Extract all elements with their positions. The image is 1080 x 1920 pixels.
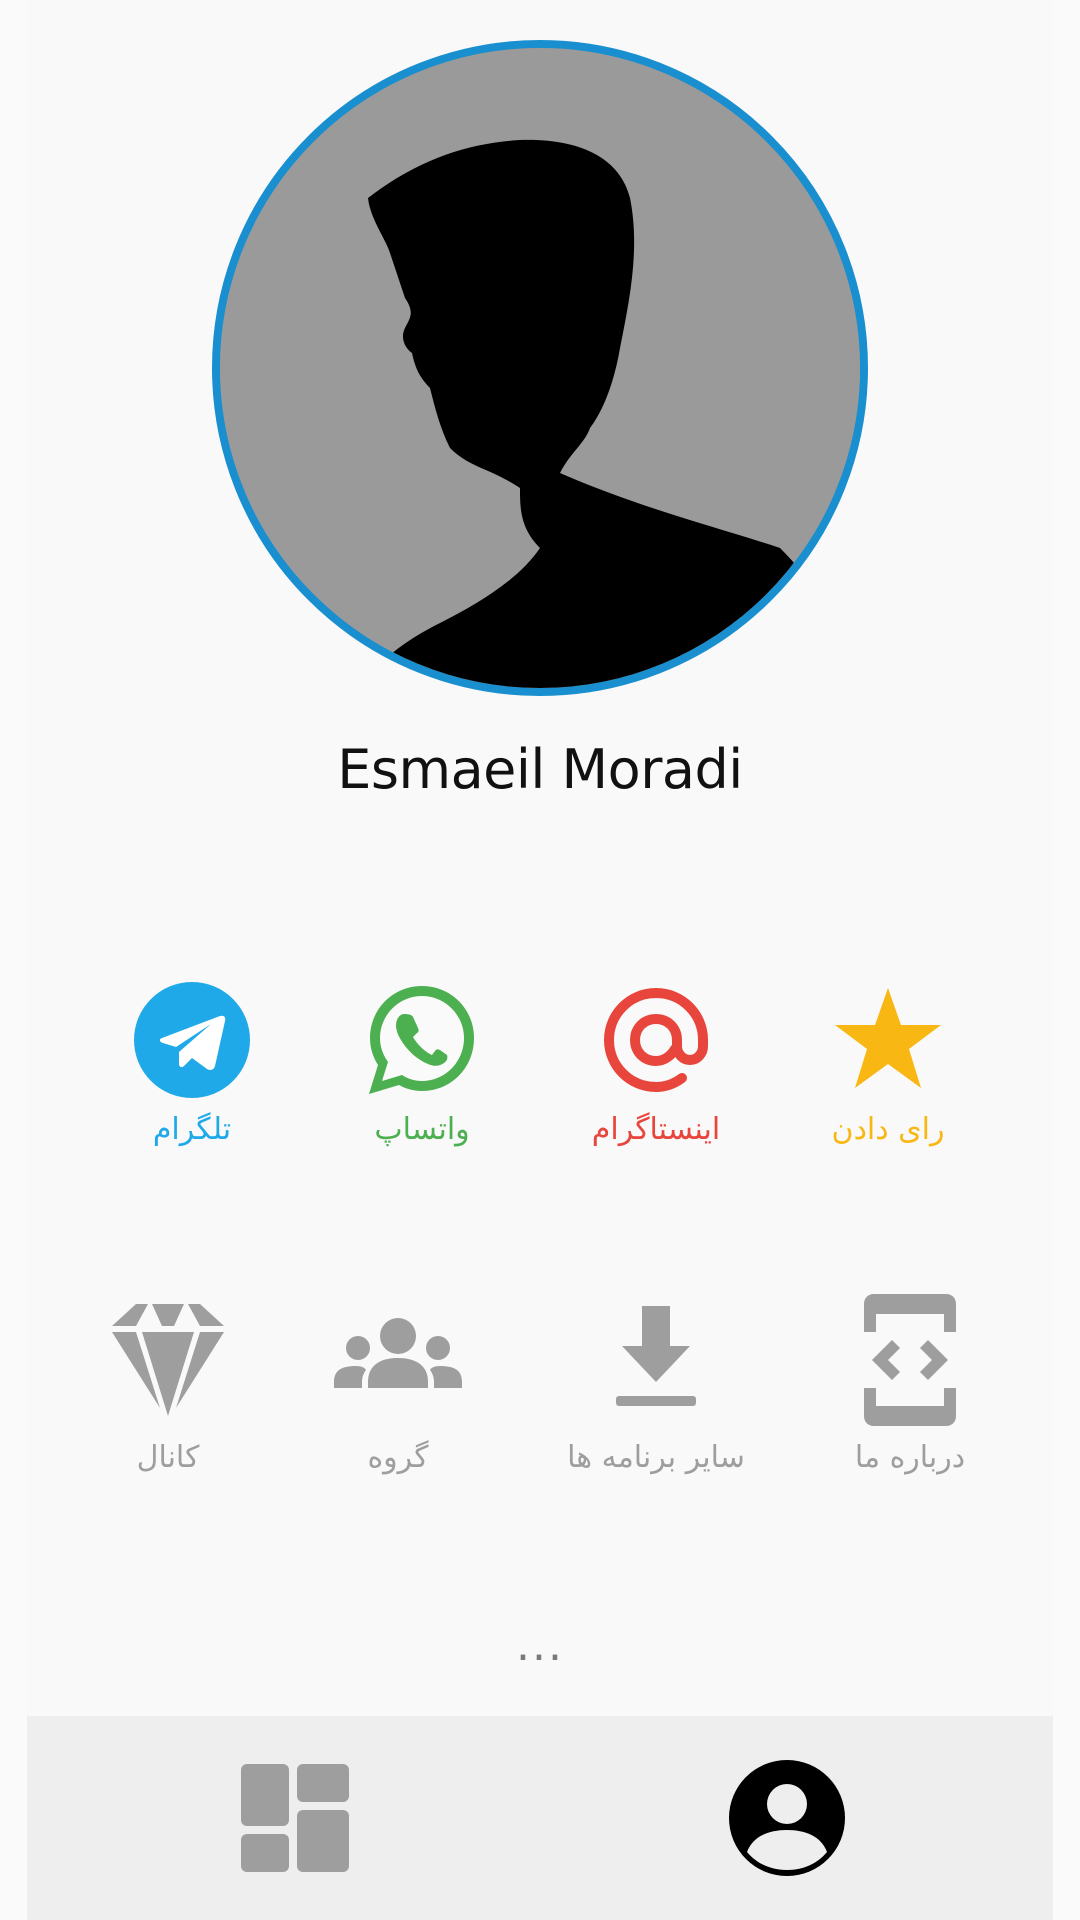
rate-link[interactable]: رای دادن — [768, 980, 1008, 1147]
account-icon — [729, 1760, 845, 1876]
channel-link[interactable]: کانال — [48, 1290, 288, 1475]
download-icon — [616, 1306, 696, 1406]
whatsapp-label: واتساپ — [374, 1112, 470, 1147]
star-icon — [835, 988, 941, 1088]
instagram-label: اینستاگرام — [591, 1112, 721, 1147]
telegram-label: تلگرام — [152, 1112, 232, 1147]
bottom-navigation — [27, 1716, 1053, 1920]
telegram-link[interactable]: تلگرام — [72, 980, 312, 1147]
profile-avatar — [212, 40, 868, 696]
silhouette-image — [220, 48, 860, 688]
group-link[interactable]: گروه — [278, 1290, 518, 1475]
diamond-icon — [112, 1304, 224, 1416]
profile-name: Esmaeil Moradi — [337, 738, 743, 801]
more-indicator[interactable]: ... — [0, 1620, 1080, 1671]
whatsapp-icon — [369, 986, 474, 1094]
other-apps-label: سایر برنامه ها — [567, 1440, 745, 1475]
rate-label: رای دادن — [831, 1112, 945, 1147]
nav-profile[interactable] — [717, 1748, 857, 1888]
about-link[interactable]: درباره ما — [790, 1290, 1030, 1475]
developer-mode-icon — [864, 1294, 956, 1426]
channel-label: کانال — [136, 1440, 200, 1475]
other-apps-link[interactable]: سایر برنامه ها — [536, 1290, 776, 1475]
group-icon — [334, 1318, 462, 1388]
whatsapp-link[interactable]: واتساپ — [302, 980, 542, 1147]
instagram-link[interactable]: اینستاگرام — [536, 980, 776, 1147]
nav-dashboard[interactable] — [225, 1748, 365, 1888]
at-sign-icon — [603, 987, 708, 1093]
telegram-icon — [134, 982, 250, 1098]
group-label: گروه — [367, 1440, 429, 1475]
about-label: درباره ما — [854, 1440, 966, 1475]
dashboard-icon — [241, 1764, 349, 1872]
